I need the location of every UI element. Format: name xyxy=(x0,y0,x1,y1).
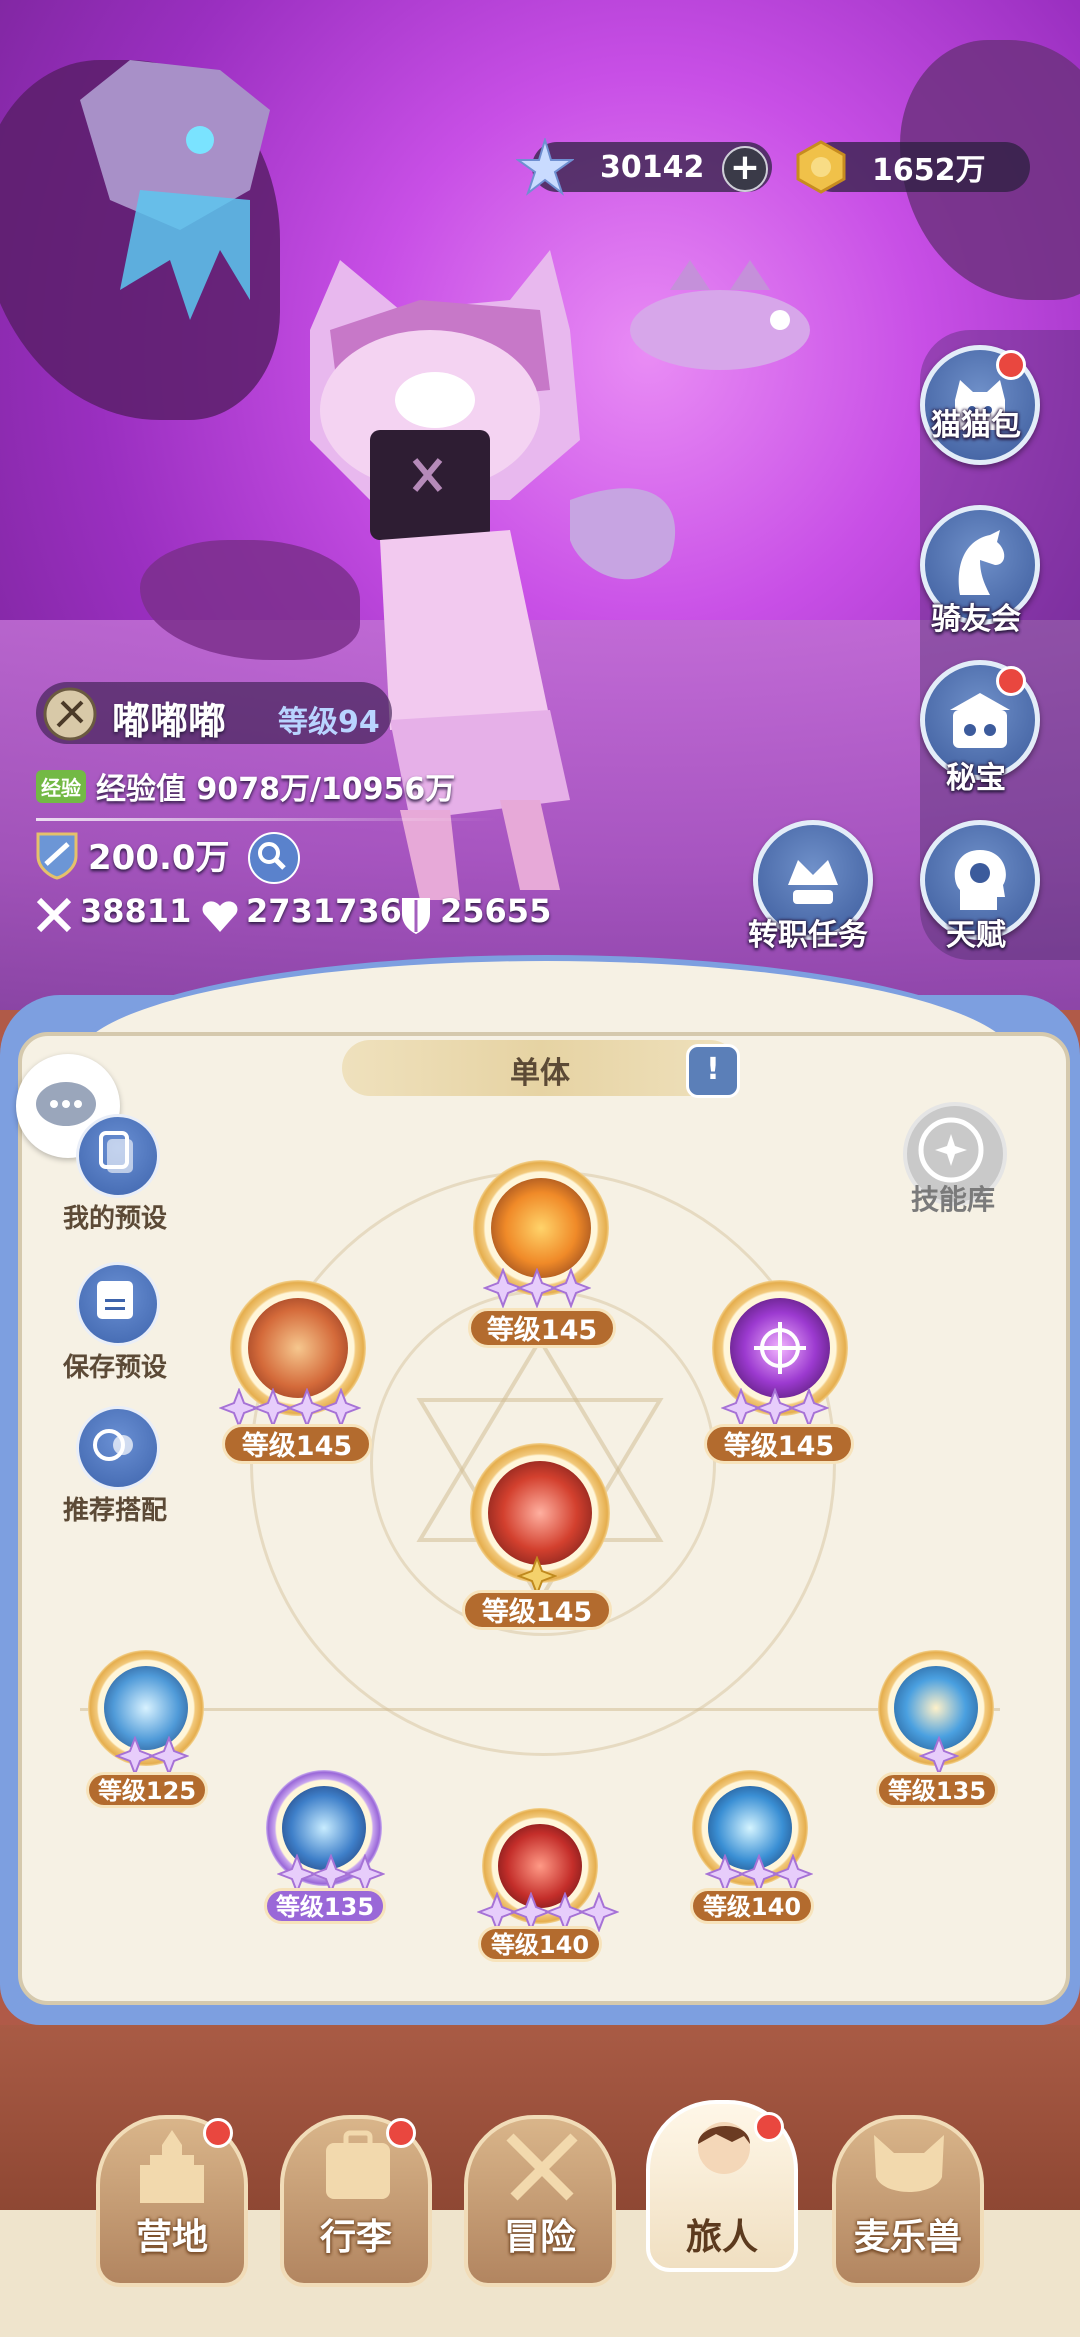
preset-cards-icon xyxy=(99,1131,133,1173)
skill-left-level: 等级145 xyxy=(222,1424,372,1464)
crystal-currency: 30142 + xyxy=(516,138,772,196)
save-preset-button[interactable] xyxy=(76,1262,160,1346)
skill-top-stars xyxy=(483,1268,591,1308)
gold-coin-icon xyxy=(796,140,846,194)
passive-1-level: 等级125 xyxy=(86,1772,208,1808)
recommend-icon xyxy=(93,1429,133,1461)
power-detail-button[interactable] xyxy=(248,832,300,884)
nav-luggage-badge xyxy=(386,2118,416,2148)
gold-currency: 1652万 xyxy=(796,140,1030,194)
job-quest-label: 转职任务 xyxy=(748,918,868,953)
passive-connector-line xyxy=(80,1708,1000,1711)
search-icon xyxy=(258,842,286,870)
nav-label-luggage: 行李 xyxy=(319,2217,392,2258)
treasure-badge xyxy=(996,666,1026,696)
castle-icon xyxy=(140,2130,204,2203)
save-icon xyxy=(97,1281,133,1319)
star-icon xyxy=(789,1388,829,1428)
crystal-amount: 30142 xyxy=(600,149,705,185)
gold-amount: 1652万 xyxy=(872,153,986,188)
exp-tag: 经验 xyxy=(36,770,86,803)
skill-library-label: 技能库 xyxy=(910,1183,995,1216)
cat-bag-badge xyxy=(996,350,1026,380)
skill-right-stars xyxy=(721,1388,829,1428)
hp-value: 2731736 xyxy=(246,892,402,930)
save-preset-label: 保存预设 xyxy=(62,1353,167,1383)
recommend-label: 推荐搭配 xyxy=(62,1496,167,1526)
talent-label: 天赋 xyxy=(946,918,1006,953)
heart-icon xyxy=(202,901,238,932)
crossed-swords-icon xyxy=(506,2133,578,2201)
recommend-button[interactable] xyxy=(76,1406,160,1490)
attack-icon xyxy=(36,897,72,933)
mode-label: 单体 xyxy=(510,1056,570,1091)
crosshair-glyph xyxy=(754,1322,806,1374)
nav-tab-adventure[interactable] xyxy=(464,2115,616,2287)
star-icon xyxy=(551,1268,591,1308)
skill-top-level: 等级145 xyxy=(468,1308,616,1348)
nav-camp-badge xyxy=(203,2118,233,2148)
defense-value: 25655 xyxy=(440,892,552,930)
combat-power-icon xyxy=(36,832,78,880)
exp-bar xyxy=(36,818,496,821)
my-preset-button[interactable] xyxy=(76,1114,160,1198)
passive-3-level: 等级140 xyxy=(478,1926,602,1962)
red-blade-skill-icon xyxy=(488,1461,592,1565)
nav-label-adventure: 冒险 xyxy=(503,2217,576,2258)
nav-label-traveler: 旅人 xyxy=(685,2217,758,2258)
add-crystal-button[interactable]: + xyxy=(722,146,768,192)
nav-label-camp: 营地 xyxy=(135,2217,208,2258)
star-icon xyxy=(149,1736,189,1776)
skill-right-level: 等级145 xyxy=(704,1424,854,1464)
crystal-icon xyxy=(516,138,574,196)
mode-info-button[interactable]: ! xyxy=(686,1044,740,1098)
star-icon xyxy=(919,1736,959,1776)
passive-5-stars xyxy=(919,1736,959,1776)
luggage-icon xyxy=(326,2130,390,2199)
nav-tab-pet[interactable] xyxy=(832,2115,984,2287)
player-name: 嘟嘟嘟 xyxy=(112,699,227,743)
passive-5-level: 等级135 xyxy=(876,1772,998,1808)
star-icon xyxy=(321,1388,361,1428)
nav-traveler-badge xyxy=(754,2112,784,2142)
player-badge-icon xyxy=(43,687,97,741)
treasure-label: 秘宝 xyxy=(946,761,1006,796)
passive-2-level: 等级135 xyxy=(264,1888,386,1924)
attack-value: 38811 xyxy=(80,892,192,930)
shield-icon xyxy=(402,898,430,934)
flying-creature xyxy=(630,260,810,370)
cat-pet-icon xyxy=(874,2135,944,2192)
skill-left-stars xyxy=(219,1388,361,1428)
player-level: 等级94 xyxy=(278,705,380,740)
nav-label-pet: 麦乐兽 xyxy=(853,2217,962,2258)
my-preset-label: 我的预设 xyxy=(62,1204,167,1234)
combat-power-value: 200.0万 xyxy=(88,838,230,878)
passive-1-stars xyxy=(115,1736,189,1776)
rider-club-label: 骑友会 xyxy=(931,602,1021,637)
cat-bag-label: 猫猫包 xyxy=(931,408,1021,443)
exp-value: 经验值 9078万/10956万 xyxy=(96,772,456,807)
skill-center-level: 等级145 xyxy=(462,1590,612,1630)
fire-hero-skill-icon xyxy=(248,1298,348,1398)
fire-swirl-icon xyxy=(491,1178,591,1278)
traveler-avatar-icon xyxy=(698,2122,750,2174)
passive-4-level: 等级140 xyxy=(690,1888,814,1924)
